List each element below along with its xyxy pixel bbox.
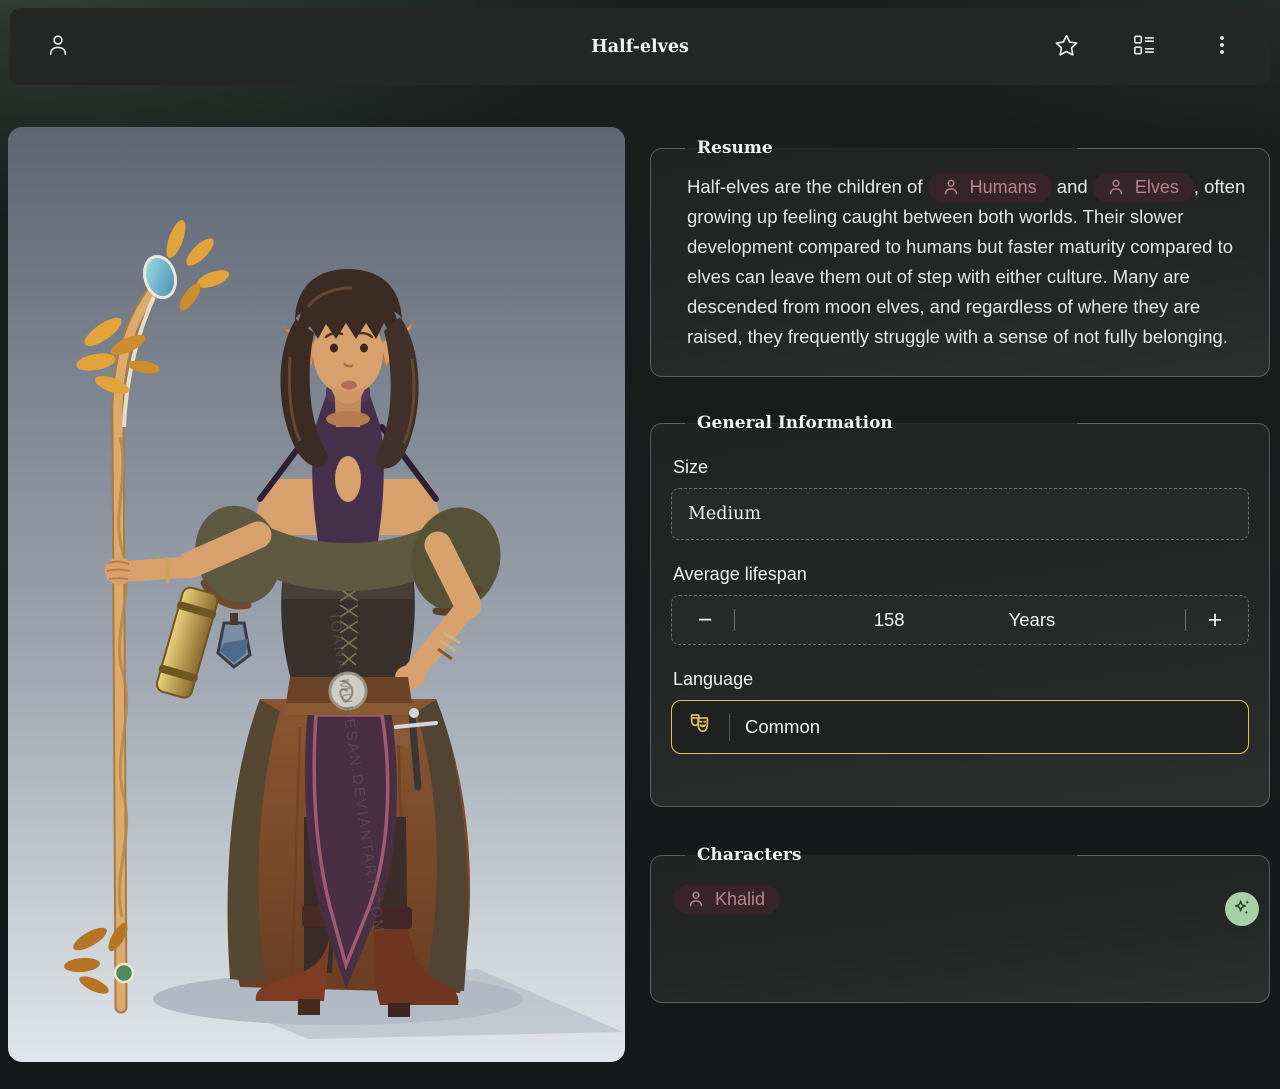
user-icon xyxy=(941,177,961,197)
language-label: Language xyxy=(673,669,1249,690)
characters-section: Characters Khalid xyxy=(650,845,1270,1003)
link-chip-elves[interactable]: Elves xyxy=(1093,173,1194,202)
size-input[interactable]: Medium xyxy=(671,488,1249,540)
characters-legend: Characters xyxy=(685,845,1077,865)
language-value: Common xyxy=(745,716,820,738)
general-information-legend: General Information xyxy=(685,413,1077,433)
increment-button[interactable]: + xyxy=(1198,600,1232,640)
characters-list: Khalid xyxy=(673,885,1249,914)
page-title: Half-elves xyxy=(591,37,689,57)
sparkles-icon xyxy=(1231,897,1253,922)
resume-section: Resume Half-elves are the children of Hu… xyxy=(650,138,1270,377)
lifespan-unit: Years xyxy=(1009,609,1056,631)
top-bar: Half-elves xyxy=(10,8,1270,85)
chip-label: Humans xyxy=(970,176,1037,198)
user-icon xyxy=(686,889,706,909)
resume-body: , often growing up feeling caught betwee… xyxy=(687,176,1245,347)
resume-legend: Resume xyxy=(685,138,1077,158)
star-icon xyxy=(1053,32,1080,62)
lifespan-value[interactable]: 158 xyxy=(874,609,905,631)
user-icon xyxy=(45,32,71,61)
stepper-divider-right xyxy=(1185,609,1186,631)
chip-label: Khalid xyxy=(715,888,765,910)
decrement-button[interactable]: − xyxy=(688,600,722,640)
character-chip-khalid[interactable]: Khalid xyxy=(673,885,780,914)
lifespan-stepper[interactable]: − 158 Years + xyxy=(671,595,1249,645)
resume-intro: Half-elves are the children of xyxy=(687,176,922,197)
topbar-actions xyxy=(1046,27,1242,67)
resume-text: Half-elves are the children of Humans an… xyxy=(687,172,1247,352)
user-icon xyxy=(1106,177,1126,197)
link-chip-humans[interactable]: Humans xyxy=(928,173,1052,202)
profile-button[interactable] xyxy=(38,27,78,67)
species-image[interactable]: IOANA-MURESAN.DEVIANTART.COM xyxy=(8,127,625,1062)
chip-label: Elves xyxy=(1135,176,1179,198)
theater-masks-icon xyxy=(687,711,714,743)
lifespan-label: Average lifespan xyxy=(673,564,1249,585)
language-divider xyxy=(729,713,730,741)
general-information-body: Size Medium Average lifespan − 158 Years… xyxy=(671,437,1249,788)
kebab-menu-icon xyxy=(1210,33,1234,60)
size-label: Size xyxy=(673,457,1249,478)
favorite-button[interactable] xyxy=(1046,27,1086,67)
language-input[interactable]: Common xyxy=(671,700,1249,754)
ai-generate-button[interactable] xyxy=(1225,892,1259,926)
general-information-section: General Information Size Medium Average … xyxy=(650,413,1270,807)
stepper-divider-left xyxy=(734,609,735,631)
list-details-icon xyxy=(1131,32,1157,61)
resume-conjunction: and xyxy=(1057,176,1088,197)
details-column: Resume Half-elves are the children of Hu… xyxy=(650,138,1270,1003)
view-layout-button[interactable] xyxy=(1124,27,1164,67)
size-value: Medium xyxy=(688,504,761,524)
more-options-button[interactable] xyxy=(1202,27,1242,67)
